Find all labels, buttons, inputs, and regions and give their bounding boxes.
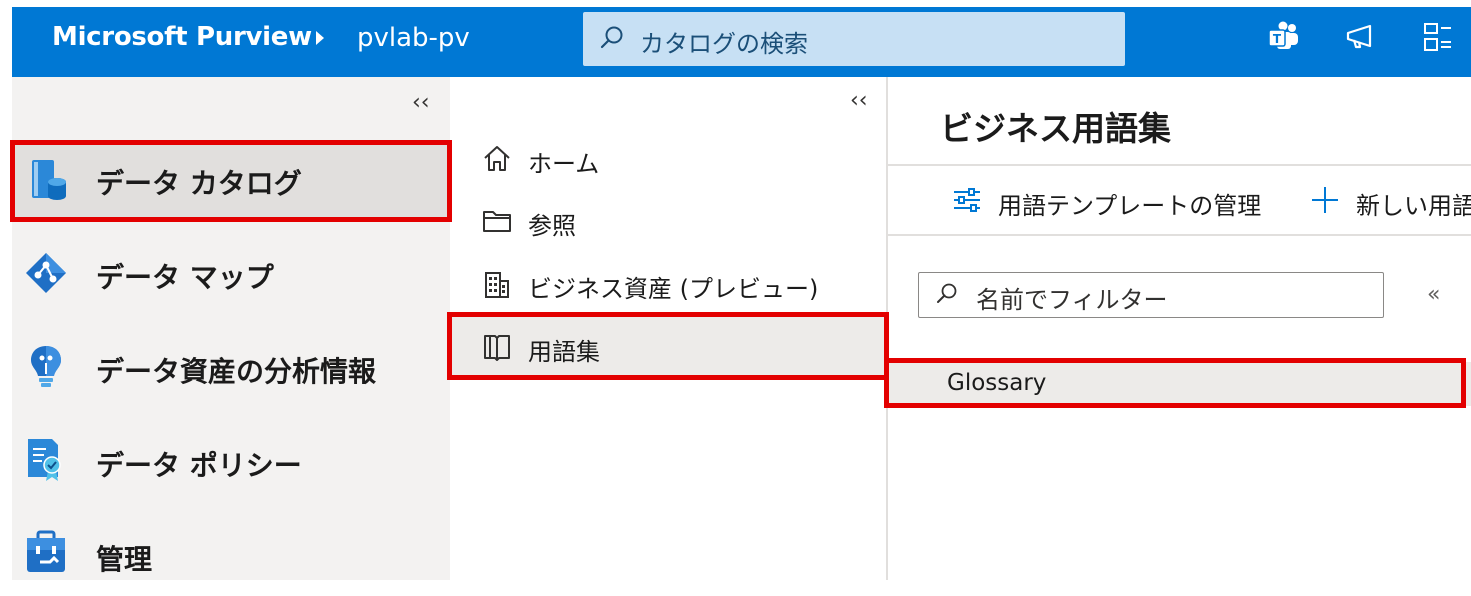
highlight-box-glossary-item [884,358,1466,408]
lightbulb-insights-icon [31,346,61,387]
collapse-sub-nav-button[interactable]: ‹‹ [850,88,868,113]
svg-text:T: T [1273,32,1282,46]
nav-label-data-map: データ マップ [96,261,274,294]
feedback-megaphone-icon[interactable] [1344,20,1378,54]
nav-label-data-estate-insights: データ資産の分析情報 [96,355,377,388]
manage-templates-sliders-icon [954,188,980,212]
new-term-button[interactable]: 新しい用語 [1356,186,1471,221]
manage-templates-button[interactable]: 用語テンプレートの管理 [998,186,1261,221]
toolbox-icon [27,530,65,572]
account-breadcrumb[interactable]: pvlab-pv [357,23,470,53]
filter-placeholder: 名前でフィルター [976,286,1168,314]
search-placeholder[interactable]: カタログの検索 [640,24,808,59]
subnav-item-home[interactable] [450,127,887,189]
collapse-glossary-list-button[interactable]: « [1427,282,1440,307]
collapse-left-nav-button[interactable]: ‹‹ [412,90,430,115]
folder-icon [483,211,511,232]
building-icon [485,272,509,298]
title-divider [888,164,1471,166]
subnav-label-browse: 参照 [528,212,576,240]
add-plus-icon [1312,187,1338,213]
nav-label-data-policy: データ ポリシー [96,449,302,482]
directory-switch-icon[interactable] [1421,20,1455,54]
highlight-box-glossary-nav [447,312,889,380]
app-brand[interactable]: Microsoft Purview [52,22,312,52]
home-icon [484,146,510,171]
highlight-box-data-catalog [10,140,452,222]
filter-search-icon [937,283,957,303]
subnav-label-home: ホーム [528,150,600,178]
teams-icon[interactable]: T [1266,20,1300,54]
nav-item-management[interactable] [12,514,450,596]
policy-document-icon [28,439,61,481]
subnav-label-business-assets: ビジネス資産 (プレビュー) [528,275,819,303]
data-map-icon [26,253,66,293]
breadcrumb-chevron-icon [316,31,324,45]
toolbar-divider [888,234,1471,236]
search-icon [600,26,623,49]
subnav-item-browse[interactable] [450,190,887,252]
nav-label-management: 管理 [96,543,153,576]
page-title: ビジネス用語集 [940,109,1171,148]
